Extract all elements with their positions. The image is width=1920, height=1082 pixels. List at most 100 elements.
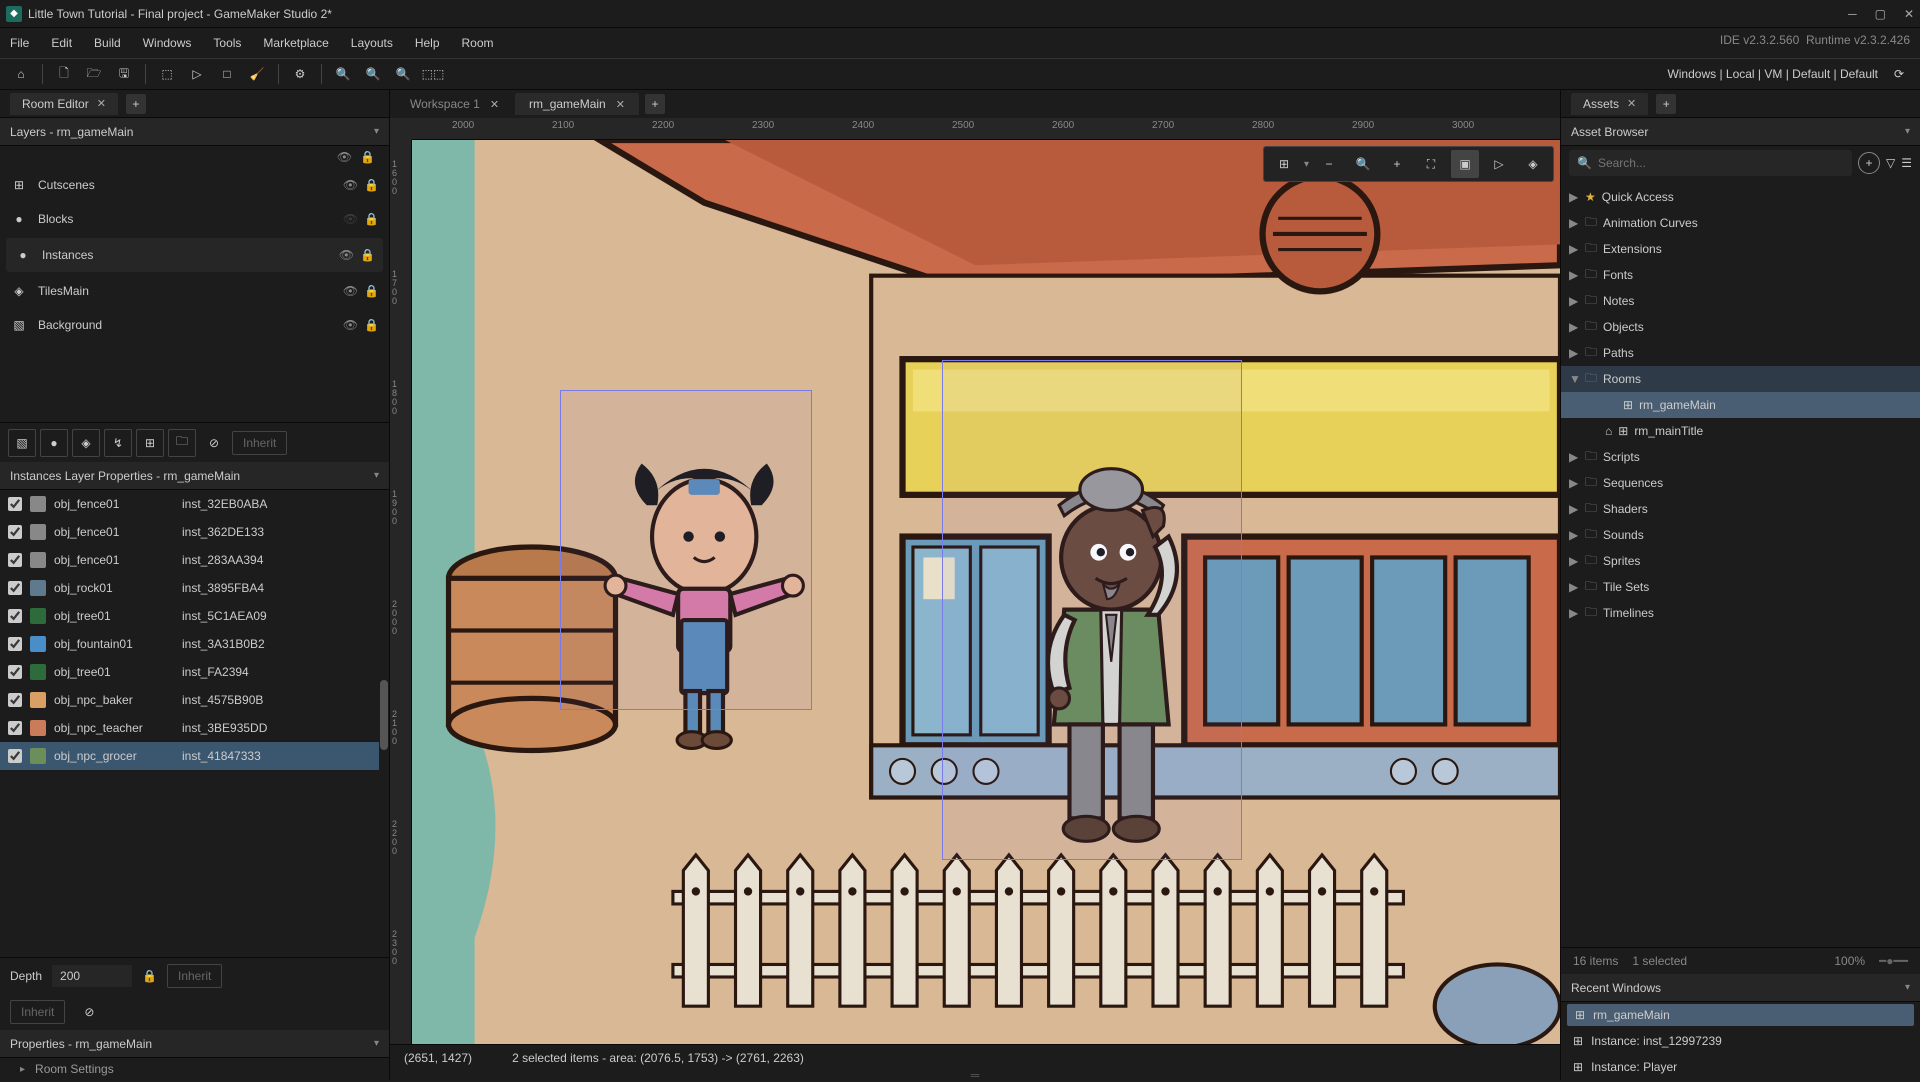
close-tab-icon[interactable]: ✕ [490,98,499,111]
depth-input[interactable] [52,965,132,987]
eye-icon[interactable]: 👁 [343,178,358,192]
tree-folder[interactable]: ▶🗀Fonts [1561,262,1920,288]
menu-file[interactable]: File [10,36,29,50]
expand-icon[interactable]: ▶ [1569,528,1579,542]
zoom-reset-icon[interactable]: 🔍 [360,61,386,87]
lock-icon[interactable]: 🔒 [364,284,379,298]
instance-checkbox[interactable] [8,721,22,735]
grid-icon[interactable]: ⊞ [1270,150,1298,178]
layer-bg-icon[interactable]: ▧ [8,429,36,457]
instance-row[interactable]: obj_fence01 inst_362DE133 [0,518,389,546]
eye-icon[interactable]: 👁 [343,284,358,298]
lock-icon[interactable]: 🔒 [360,248,375,262]
instance-checkbox[interactable] [8,553,22,567]
menu-tools[interactable]: Tools [213,36,241,50]
add-tab-button[interactable]: + [1656,94,1676,114]
select-mode-icon[interactable]: ▣ [1451,150,1479,178]
instance-checkbox[interactable] [8,637,22,651]
target-settings-icon[interactable]: ⟳ [1886,61,1912,87]
tree-folder[interactable]: ▶🗀Sprites [1561,548,1920,574]
instance-row[interactable]: obj_npc_teacher inst_3BE935DD [0,714,389,742]
layer-row[interactable]: ● Instances 👁 🔒 [6,238,383,272]
layer-tile-icon[interactable]: ◈ [72,429,100,457]
recent-window-item[interactable]: ⊞rm_gameMain [1567,1004,1914,1026]
layers-icon[interactable]: ◈ [1519,150,1547,178]
minimize-icon[interactable]: ─ [1848,7,1857,21]
eye-icon[interactable]: 👁 [343,212,358,226]
recent-window-item[interactable]: ⊞Instance: inst_12997239 [1561,1028,1920,1054]
zoom-in-icon[interactable]: 🔍 [390,61,416,87]
tree-folder[interactable]: ▶🗀Extensions [1561,236,1920,262]
expand-icon[interactable]: ▶ [1569,268,1579,282]
open-project-icon[interactable]: 🗁 [81,61,107,87]
eye-icon[interactable]: 👁 [337,150,352,164]
room-settings-label[interactable]: Room Settings [35,1062,114,1076]
layer-path-icon[interactable]: ↯ [104,429,132,457]
zoom-reset-icon[interactable]: 🔍 [1349,150,1377,178]
lock-icon[interactable]: 🔒 [364,178,379,192]
docking-icon[interactable]: ⬚⬚ [420,61,446,87]
instance-checkbox[interactable] [8,581,22,595]
close-tab-icon[interactable]: ✕ [616,98,625,111]
home-icon[interactable]: ⌂ [8,61,34,87]
layer-row[interactable]: ▧ Background 👁 🔒 [0,308,389,342]
layer-folder-icon[interactable]: 🗀 [168,429,196,457]
fullscreen-icon[interactable]: ⛶ [1417,150,1445,178]
instance-row[interactable]: obj_fence01 inst_32EB0ABA [0,490,389,518]
tree-folder[interactable]: ▶🗀Objects [1561,314,1920,340]
instance-checkbox[interactable] [8,609,22,623]
depth-inherit-button[interactable]: Inherit [167,964,222,988]
expand-icon[interactable]: ▶ [1569,554,1579,568]
close-tab-icon[interactable]: ✕ [97,97,106,110]
expand-icon[interactable]: ▶ [1569,320,1579,334]
zoom-out-icon[interactable]: 🔍 [330,61,356,87]
layer-row[interactable]: ⊞ Cutscenes 👁 🔒 [0,168,389,202]
menu-build[interactable]: Build [94,36,121,50]
save-icon[interactable]: 🖫 [111,61,137,87]
instance-checkbox[interactable] [8,497,22,511]
zoom-in-icon[interactable]: + [1383,150,1411,178]
tab-room-editor[interactable]: Room Editor ✕ [10,93,118,115]
expand-icon[interactable]: ▶ [1569,476,1579,490]
expand-icon[interactable]: ▶ [1569,502,1579,516]
expand-icon[interactable]: ▶ [1569,606,1579,620]
lock-icon[interactable]: 🔒 [142,969,157,983]
tree-item[interactable]: ⌂⊞rm_mainTitle [1561,418,1920,444]
tree-folder[interactable]: ▶🗀Timelines [1561,600,1920,626]
layer-inherit-button[interactable]: Inherit [232,431,287,455]
asset-browser-header[interactable]: Asset Browser ▾ [1561,118,1920,146]
stop-icon[interactable]: □ [214,61,240,87]
instance-row[interactable]: obj_npc_grocer inst_41847333 [0,742,389,770]
cancel-inherit-icon[interactable]: ⊘ [75,998,103,1026]
menu-marketplace[interactable]: Marketplace [263,36,328,50]
expand-icon[interactable]: ▶ [1569,450,1579,464]
expand-icon[interactable]: ▶ [1569,294,1579,308]
close-icon[interactable]: ✕ [1904,7,1914,21]
instance-row[interactable]: obj_fence01 inst_283AA394 [0,546,389,574]
tree-folder[interactable]: ▶🗀Shaders [1561,496,1920,522]
drag-handle[interactable]: ═ [390,1070,1560,1080]
layer-row[interactable]: ● Blocks 👁 🔒 [0,202,389,236]
tab-assets[interactable]: Assets ✕ [1571,93,1648,115]
expand-icon[interactable]: ▼ [1569,372,1579,386]
instance-row[interactable]: obj_fountain01 inst_3A31B0B2 [0,630,389,658]
recent-windows-header[interactable]: Recent Windows ▾ [1561,974,1920,1002]
menu-room[interactable]: Room [462,36,494,50]
menu-icon[interactable]: ☰ [1901,156,1912,170]
tree-folder[interactable]: ▶🗀Sequences [1561,470,1920,496]
target-selector[interactable]: Windows | Local | VM | Default | Default [1667,67,1878,81]
tree-folder[interactable]: ▶🗀Paths [1561,340,1920,366]
instance-row[interactable]: obj_tree01 inst_FA2394 [0,658,389,686]
instance-checkbox[interactable] [8,693,22,707]
debug-icon[interactable]: ⬚ [154,61,180,87]
instance-checkbox[interactable] [8,525,22,539]
add-tab-button[interactable]: + [645,94,665,114]
inherit-button[interactable]: Inherit [10,1000,65,1024]
expand-icon[interactable]: ▶ [1569,580,1579,594]
menu-windows[interactable]: Windows [143,36,192,50]
expand-icon[interactable]: ▶ [1569,346,1579,360]
instance-row[interactable]: obj_tree01 inst_5C1AEA09 [0,602,389,630]
lock-icon[interactable]: 🔒 [364,212,379,226]
layer-row[interactable]: ◈ TilesMain 👁 🔒 [0,274,389,308]
tree-folder[interactable]: ▶🗀Notes [1561,288,1920,314]
